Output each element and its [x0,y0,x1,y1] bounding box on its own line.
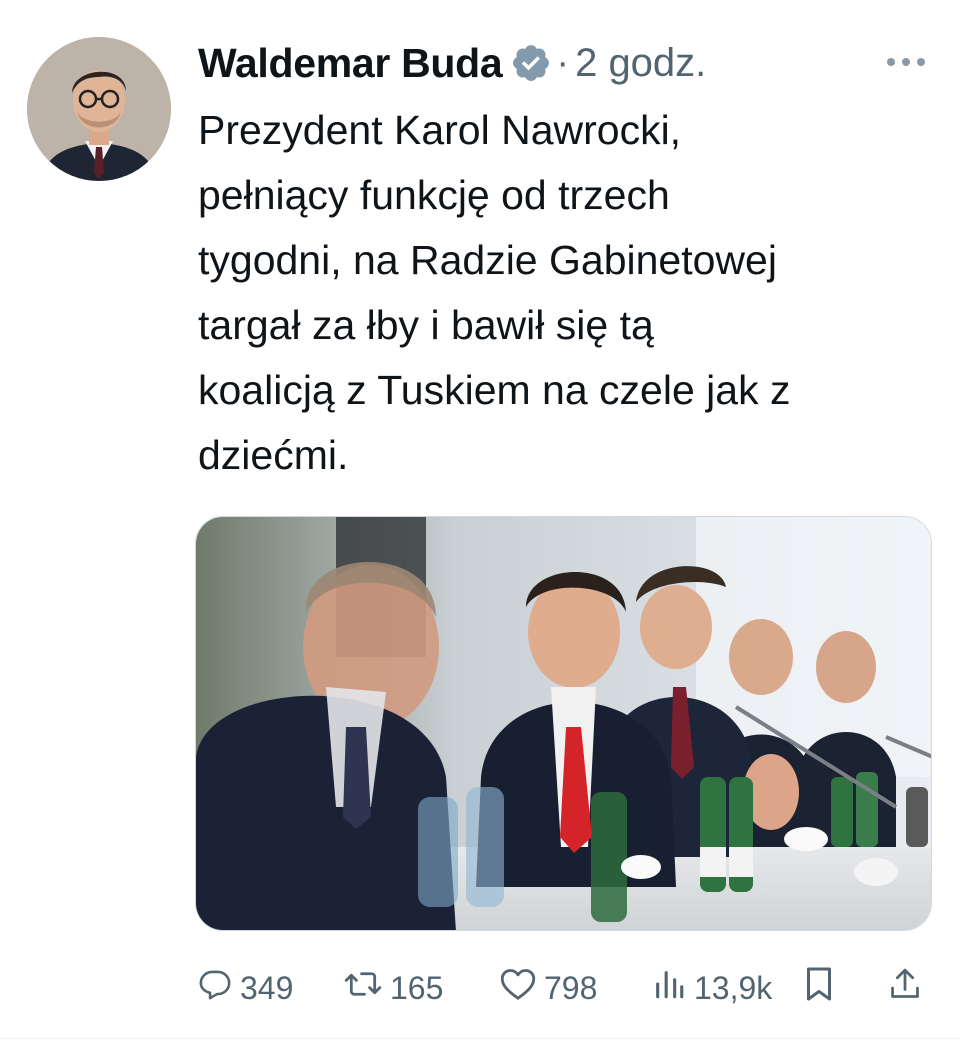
tweet-action-bar: 349 165 798 13,9k [198,960,938,1016]
bottom-divider [0,1038,960,1039]
like-button[interactable]: 798 [500,960,597,1016]
header-separator: · [556,41,570,84]
tweet-photo[interactable] [195,516,932,931]
tweet-text: Prezydent Karol Nawrocki, pełniący funkc… [198,107,791,478]
retweet-icon [344,967,390,1009]
retweet-count: 165 [390,969,444,1006]
heart-icon [500,967,544,1009]
author-name[interactable]: Waldemar Buda [198,40,503,87]
bookmark-icon [804,966,842,1010]
retweet-button[interactable]: 165 [344,960,443,1016]
views-count: 13,9k [694,969,773,1006]
reply-icon [198,967,240,1009]
reply-button[interactable]: 349 [198,960,293,1016]
verified-badge-icon[interactable] [510,42,552,84]
share-icon [888,966,930,1010]
tweet[interactable]: Waldemar Buda · 2 godz. Prezydent Karol … [0,0,960,1046]
like-count: 798 [544,969,598,1006]
more-options-icon[interactable] [884,55,928,69]
bookmark-button[interactable] [804,960,842,1016]
reply-count: 349 [240,969,294,1006]
tweet-header: Waldemar Buda · 2 godz. [198,38,706,88]
views-bar-chart-icon [652,967,694,1009]
tweet-timestamp[interactable]: 2 godz. [575,41,706,86]
share-button[interactable] [888,960,930,1016]
views-button[interactable]: 13,9k [652,960,772,1016]
author-avatar[interactable] [27,37,171,181]
